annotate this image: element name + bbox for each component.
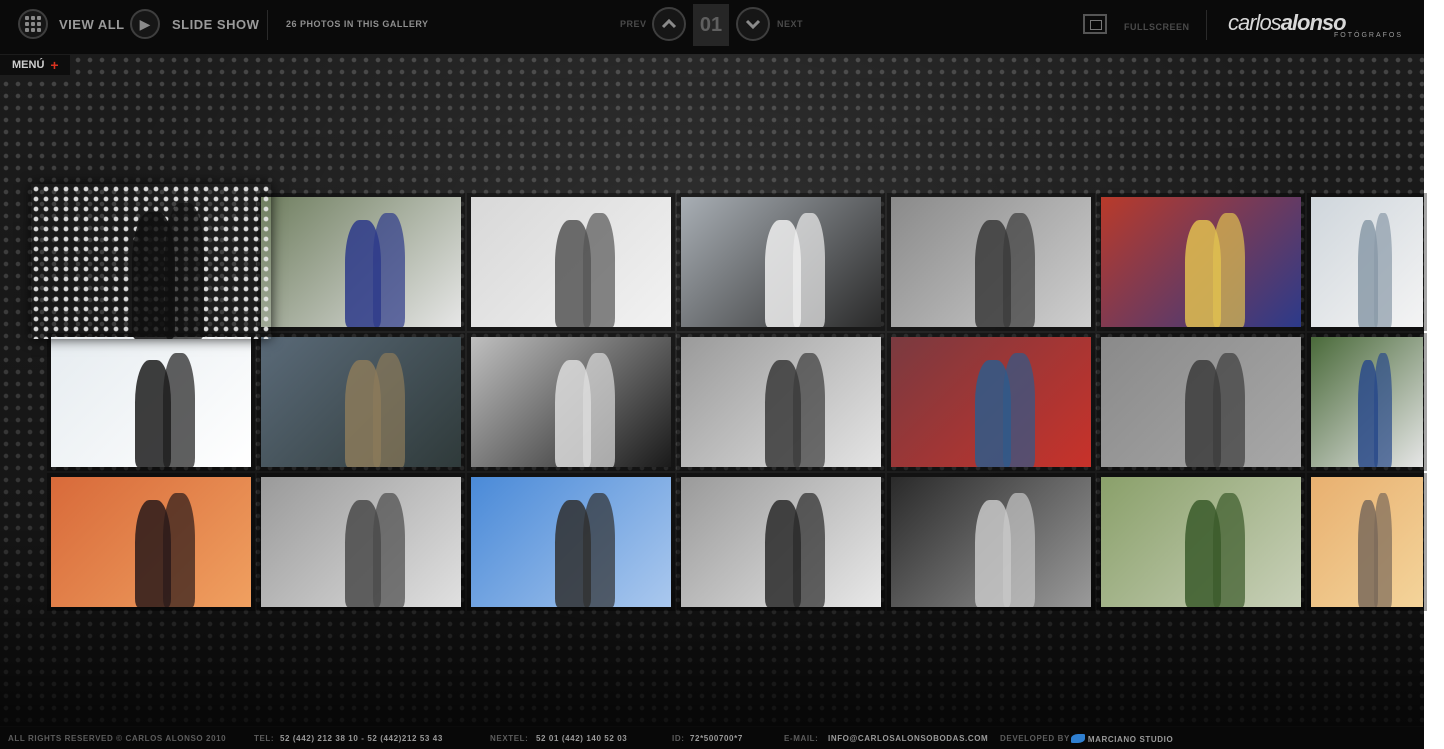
tel-label: TEL: xyxy=(254,734,275,743)
slide-show-button[interactable]: SLIDE SHOW xyxy=(172,17,259,32)
play-icon[interactable]: ▶ xyxy=(130,9,160,39)
id-label: ID: xyxy=(672,734,685,743)
view-all-icon[interactable] xyxy=(18,9,48,39)
fullscreen-icon[interactable] xyxy=(1083,14,1107,34)
photo-thumbnail[interactable] xyxy=(261,197,461,327)
nextel-number: 52 01 (442) 140 52 03 xyxy=(536,734,628,743)
nextel-label: NEXTEL: xyxy=(490,734,529,743)
photo-thumbnail[interactable] xyxy=(471,337,671,467)
photo-thumbnail[interactable] xyxy=(471,477,671,607)
menu-button[interactable]: MENÚ + xyxy=(0,55,70,75)
email-link[interactable]: INFO@CARLOSALONSOBODAS.COM xyxy=(828,734,988,743)
photo-thumbnail[interactable] xyxy=(1311,477,1423,607)
fullscreen-button[interactable]: FULLSCREEN xyxy=(1124,22,1190,32)
chevron-up-icon[interactable] xyxy=(652,7,686,41)
photo-thumbnail[interactable] xyxy=(31,184,271,339)
gallery-count: 26 PHOTOS IN THIS GALLERY xyxy=(286,19,429,29)
page-edge xyxy=(1424,0,1444,749)
footer: ALL RIGHTS RESERVED © CARLOS ALONSO 2010… xyxy=(0,727,1424,749)
developer-name: MARCIANO STUDIO xyxy=(1087,735,1174,744)
view-all-button[interactable]: VIEW ALL xyxy=(59,17,125,32)
photo-thumbnail[interactable] xyxy=(681,197,881,327)
photo-thumbnail[interactable] xyxy=(891,477,1091,607)
photo-thumbnail[interactable] xyxy=(471,197,671,327)
bird-icon xyxy=(1071,734,1085,743)
plus-icon: + xyxy=(50,57,59,73)
photo-thumbnail[interactable] xyxy=(261,477,461,607)
photo-counter: 01 xyxy=(693,4,729,46)
divider xyxy=(1206,10,1207,40)
photo-thumbnail[interactable] xyxy=(1101,477,1301,607)
photo-thumbnail[interactable] xyxy=(1101,337,1301,467)
developed-label: DEVELOPED BY xyxy=(1000,734,1070,743)
brand-logo[interactable]: carlosalonso FOTÓGRAFOS xyxy=(1228,10,1403,40)
photo-thumbnail[interactable] xyxy=(891,197,1091,327)
logo-light: carlos xyxy=(1228,10,1282,35)
prev-label[interactable]: PREV xyxy=(620,19,647,29)
top-bar: VIEW ALL ▶ SLIDE SHOW 26 PHOTOS IN THIS … xyxy=(0,0,1424,54)
chevron-down-icon[interactable] xyxy=(736,7,770,41)
id-number: 72*500700*7 xyxy=(690,734,743,743)
developer-link[interactable]: MARCIANO STUDIO xyxy=(1071,734,1173,744)
photo-thumbnail[interactable] xyxy=(1311,337,1423,467)
photo-thumbnail[interactable] xyxy=(681,337,881,467)
photo-thumbnail[interactable] xyxy=(1101,197,1301,327)
next-label[interactable]: NEXT xyxy=(777,19,803,29)
email-label: E-MAIL: xyxy=(784,734,819,743)
photo-thumbnail[interactable] xyxy=(51,337,251,467)
photo-thumbnail[interactable] xyxy=(261,337,461,467)
menu-label: MENÚ xyxy=(12,59,45,71)
photo-thumbnail[interactable] xyxy=(51,477,251,607)
copyright: ALL RIGHTS RESERVED © CARLOS ALONSO 2010 xyxy=(8,734,227,743)
photo-thumbnail[interactable] xyxy=(891,337,1091,467)
photo-thumbnail[interactable] xyxy=(1311,197,1423,327)
tel-number: 52 (442) 212 38 10 - 52 (442)212 53 43 xyxy=(280,734,443,743)
photo-thumbnail[interactable] xyxy=(681,477,881,607)
divider xyxy=(267,10,268,40)
